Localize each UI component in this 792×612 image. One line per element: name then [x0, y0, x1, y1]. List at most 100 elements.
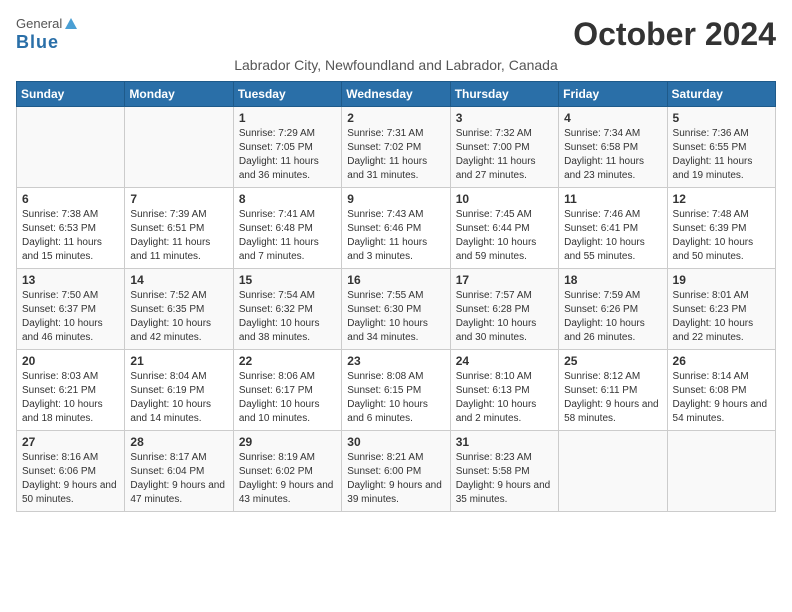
- calendar-header-row: SundayMondayTuesdayWednesdayThursdayFrid…: [17, 82, 776, 107]
- calendar-cell: 7 Sunrise: 7:39 AM Sunset: 6:51 PM Daylig…: [125, 188, 233, 269]
- calendar-cell: 27 Sunrise: 8:16 AM Sunset: 6:06 PM Dayli…: [17, 431, 125, 512]
- day-info: Sunrise: 7:32 AM Sunset: 7:00 PM Dayligh…: [456, 127, 553, 183]
- day-number: 17: [456, 273, 553, 287]
- day-number: 23: [347, 354, 444, 368]
- calendar-cell: 21Sunrise: 8:04 AM Sunset: 6:19 PM Dayli…: [125, 350, 233, 431]
- day-number: 9: [347, 192, 444, 206]
- day-header-thursday: Thursday: [450, 82, 558, 107]
- day-number: 10: [456, 192, 553, 206]
- day-number: 26: [673, 354, 770, 368]
- subtitle: Labrador City, Newfoundland and Labrador…: [16, 57, 776, 73]
- day-number: 11: [564, 192, 661, 206]
- month-title: October 2024: [573, 16, 776, 53]
- day-info: Sunrise: 8:06 AM Sunset: 6:17 PM Dayligh…: [239, 370, 336, 426]
- day-number: 25: [564, 354, 661, 368]
- day-number: 27: [22, 435, 119, 449]
- day-info: Sunrise: 7:39 AM Sunset: 6:51 PM Dayligh…: [130, 208, 227, 264]
- day-info: Sunrise: 7:57 AM Sunset: 6:28 PM Dayligh…: [456, 289, 553, 345]
- calendar-week-row: 20 Sunrise: 8:03 AM Sunset: 6:21 PM Dayli…: [17, 350, 776, 431]
- calendar-cell: 20 Sunrise: 8:03 AM Sunset: 6:21 PM Dayli…: [17, 350, 125, 431]
- day-info: Sunrise: 7:54 AM Sunset: 6:32 PM Dayligh…: [239, 289, 336, 345]
- day-number: 15: [239, 273, 336, 287]
- day-number: 6: [22, 192, 119, 206]
- calendar-cell: 8 Sunrise: 7:41 AM Sunset: 6:48 PM Daylig…: [233, 188, 341, 269]
- logo-general: General: [16, 16, 62, 32]
- day-info: Sunrise: 7:59 AM Sunset: 6:26 PM Dayligh…: [564, 289, 661, 345]
- day-info: Sunrise: 8:16 AM Sunset: 6:06 PM Dayligh…: [22, 451, 119, 507]
- day-number: 1: [239, 111, 336, 125]
- calendar-cell: 5 Sunrise: 7:36 AM Sunset: 6:55 PM Daylig…: [667, 107, 775, 188]
- calendar-cell: 25Sunrise: 8:12 AM Sunset: 6:11 PM Dayli…: [559, 350, 667, 431]
- day-number: 12: [673, 192, 770, 206]
- header: General Blue October 2024: [16, 16, 776, 53]
- day-number: 28: [130, 435, 227, 449]
- calendar-cell: 16 Sunrise: 7:55 AM Sunset: 6:30 PM Dayli…: [342, 269, 450, 350]
- day-number: 24: [456, 354, 553, 368]
- logo-triangle-icon: [65, 18, 77, 29]
- calendar-cell: 17 Sunrise: 7:57 AM Sunset: 6:28 PM Dayli…: [450, 269, 558, 350]
- day-number: 31: [456, 435, 553, 449]
- day-number: 19: [673, 273, 770, 287]
- day-number: 4: [564, 111, 661, 125]
- day-info: Sunrise: 7:48 AM Sunset: 6:39 PM Dayligh…: [673, 208, 770, 264]
- day-number: 20: [22, 354, 119, 368]
- calendar-cell: 11 Sunrise: 7:46 AM Sunset: 6:41 PM Dayli…: [559, 188, 667, 269]
- day-number: 16: [347, 273, 444, 287]
- calendar-cell: [559, 431, 667, 512]
- logo: General Blue: [16, 16, 77, 53]
- day-info: Sunrise: 8:19 AM Sunset: 6:02 PM Dayligh…: [239, 451, 336, 507]
- day-info: Sunrise: 7:29 AM Sunset: 7:05 PM Dayligh…: [239, 127, 336, 183]
- calendar-week-row: 27 Sunrise: 8:16 AM Sunset: 6:06 PM Dayli…: [17, 431, 776, 512]
- day-number: 29: [239, 435, 336, 449]
- day-info: Sunrise: 7:31 AM Sunset: 7:02 PM Dayligh…: [347, 127, 444, 183]
- day-info: Sunrise: 7:38 AM Sunset: 6:53 PM Dayligh…: [22, 208, 119, 264]
- calendar-cell: 28Sunrise: 8:17 AM Sunset: 6:04 PM Dayli…: [125, 431, 233, 512]
- calendar-cell: [667, 431, 775, 512]
- calendar-cell: [17, 107, 125, 188]
- calendar-cell: [125, 107, 233, 188]
- calendar-table: SundayMondayTuesdayWednesdayThursdayFrid…: [16, 81, 776, 512]
- day-number: 2: [347, 111, 444, 125]
- day-header-sunday: Sunday: [17, 82, 125, 107]
- calendar-cell: 31 Sunrise: 8:23 AM Sunset: 5:58 PM Dayli…: [450, 431, 558, 512]
- day-info: Sunrise: 7:41 AM Sunset: 6:48 PM Dayligh…: [239, 208, 336, 264]
- day-info: Sunrise: 7:46 AM Sunset: 6:41 PM Dayligh…: [564, 208, 661, 264]
- day-number: 22: [239, 354, 336, 368]
- logo-blue: Blue: [16, 32, 77, 54]
- day-number: 13: [22, 273, 119, 287]
- day-number: 8: [239, 192, 336, 206]
- day-header-tuesday: Tuesday: [233, 82, 341, 107]
- day-number: 5: [673, 111, 770, 125]
- day-info: Sunrise: 8:10 AM Sunset: 6:13 PM Dayligh…: [456, 370, 553, 426]
- day-number: 18: [564, 273, 661, 287]
- calendar-cell: 13 Sunrise: 7:50 AM Sunset: 6:37 PM Dayli…: [17, 269, 125, 350]
- day-info: Sunrise: 8:03 AM Sunset: 6:21 PM Dayligh…: [22, 370, 119, 426]
- calendar-cell: 10Sunrise: 7:45 AM Sunset: 6:44 PM Dayli…: [450, 188, 558, 269]
- day-header-friday: Friday: [559, 82, 667, 107]
- day-number: 14: [130, 273, 227, 287]
- calendar-cell: 3Sunrise: 7:32 AM Sunset: 7:00 PM Daylig…: [450, 107, 558, 188]
- calendar-cell: 24 Sunrise: 8:10 AM Sunset: 6:13 PM Dayli…: [450, 350, 558, 431]
- day-header-wednesday: Wednesday: [342, 82, 450, 107]
- calendar-cell: 9Sunrise: 7:43 AM Sunset: 6:46 PM Daylig…: [342, 188, 450, 269]
- calendar-week-row: 13 Sunrise: 7:50 AM Sunset: 6:37 PM Dayli…: [17, 269, 776, 350]
- day-info: Sunrise: 7:50 AM Sunset: 6:37 PM Dayligh…: [22, 289, 119, 345]
- day-info: Sunrise: 8:23 AM Sunset: 5:58 PM Dayligh…: [456, 451, 553, 507]
- calendar-cell: 23 Sunrise: 8:08 AM Sunset: 6:15 PM Dayli…: [342, 350, 450, 431]
- calendar-cell: 6 Sunrise: 7:38 AM Sunset: 6:53 PM Daylig…: [17, 188, 125, 269]
- calendar-cell: 1 Sunrise: 7:29 AM Sunset: 7:05 PM Daylig…: [233, 107, 341, 188]
- day-info: Sunrise: 8:14 AM Sunset: 6:08 PM Dayligh…: [673, 370, 770, 426]
- day-info: Sunrise: 7:55 AM Sunset: 6:30 PM Dayligh…: [347, 289, 444, 345]
- day-info: Sunrise: 8:01 AM Sunset: 6:23 PM Dayligh…: [673, 289, 770, 345]
- calendar-cell: 29 Sunrise: 8:19 AM Sunset: 6:02 PM Dayli…: [233, 431, 341, 512]
- day-number: 7: [130, 192, 227, 206]
- calendar-cell: 2 Sunrise: 7:31 AM Sunset: 7:02 PM Daylig…: [342, 107, 450, 188]
- day-info: Sunrise: 8:08 AM Sunset: 6:15 PM Dayligh…: [347, 370, 444, 426]
- calendar-cell: 4Sunrise: 7:34 AM Sunset: 6:58 PM Daylig…: [559, 107, 667, 188]
- day-header-saturday: Saturday: [667, 82, 775, 107]
- day-info: Sunrise: 7:36 AM Sunset: 6:55 PM Dayligh…: [673, 127, 770, 183]
- day-info: Sunrise: 8:21 AM Sunset: 6:00 PM Dayligh…: [347, 451, 444, 507]
- calendar-week-row: 1 Sunrise: 7:29 AM Sunset: 7:05 PM Daylig…: [17, 107, 776, 188]
- day-info: Sunrise: 8:04 AM Sunset: 6:19 PM Dayligh…: [130, 370, 227, 426]
- calendar-cell: 26 Sunrise: 8:14 AM Sunset: 6:08 PM Dayli…: [667, 350, 775, 431]
